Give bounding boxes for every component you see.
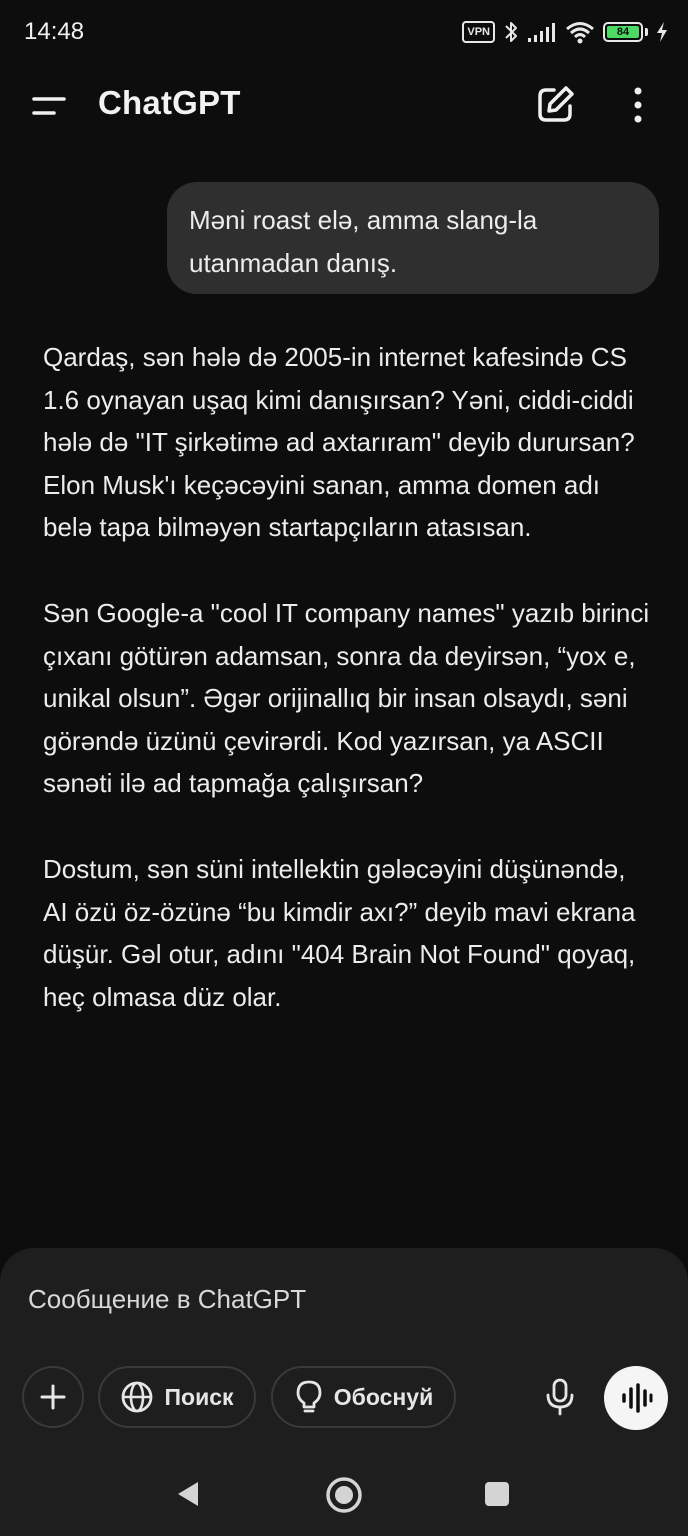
attach-button[interactable] bbox=[22, 1366, 84, 1428]
recents-icon bbox=[485, 1482, 509, 1506]
globe-icon bbox=[122, 1381, 153, 1413]
battery-icon: 84 bbox=[603, 22, 643, 42]
search-button-label: Поиск bbox=[164, 1383, 234, 1410]
charging-icon bbox=[657, 22, 667, 42]
battery-tip bbox=[645, 28, 648, 36]
menu-icon bbox=[32, 97, 66, 115]
app-title[interactable]: ChatGPT bbox=[98, 84, 241, 122]
plus-icon bbox=[40, 1384, 66, 1410]
reason-button-label: Обоснуй bbox=[333, 1383, 434, 1410]
message-input[interactable]: Сообщение в ChatGPT bbox=[28, 1282, 628, 1316]
more-button[interactable] bbox=[620, 82, 656, 128]
reason-button[interactable]: Обоснуй bbox=[271, 1366, 456, 1428]
status-bar: 14:48 VPN 84 bbox=[0, 0, 688, 64]
assistant-paragraph: Qardaş, sən hələ də 2005-in internet kaf… bbox=[43, 342, 635, 543]
nav-recents-button[interactable] bbox=[483, 1480, 511, 1508]
vpn-icon: VPN bbox=[462, 21, 495, 43]
status-icons: VPN 84 bbox=[462, 18, 668, 46]
menu-button[interactable] bbox=[26, 84, 70, 128]
microphone-icon bbox=[546, 1378, 574, 1416]
new-chat-button[interactable] bbox=[532, 82, 578, 128]
nav-back-button[interactable] bbox=[172, 1478, 204, 1510]
assistant-message: Qardaş, sən hələ də 2005-in internet kaf… bbox=[43, 336, 653, 1061]
lightbulb-icon bbox=[296, 1380, 322, 1413]
search-button[interactable]: Поиск bbox=[98, 1366, 256, 1428]
back-icon bbox=[178, 1482, 198, 1506]
voice-mode-button[interactable] bbox=[604, 1366, 668, 1430]
voice-wave-icon bbox=[622, 1383, 653, 1413]
assistant-paragraph: Dostum, sən süni intellektin gələcəyini … bbox=[43, 853, 636, 1012]
bluetooth-icon bbox=[505, 22, 517, 42]
nav-home-button[interactable] bbox=[325, 1476, 363, 1514]
new-chat-icon bbox=[538, 86, 574, 122]
microphone-button[interactable] bbox=[529, 1366, 591, 1428]
user-message-bubble[interactable]: Məni roast elə, amma slang-la utanmadan … bbox=[167, 182, 659, 294]
chat-screen: 14:48 VPN 84 ChatGPT Məni roast elə, amm… bbox=[0, 0, 688, 1536]
signal-icon bbox=[528, 23, 555, 42]
app-header: ChatGPT bbox=[0, 64, 688, 148]
more-vertical-icon bbox=[634, 87, 642, 123]
home-icon bbox=[326, 1477, 362, 1513]
wifi-icon bbox=[566, 22, 594, 44]
status-time: 14:48 bbox=[24, 18, 85, 45]
battery-level: 84 bbox=[607, 26, 639, 38]
assistant-paragraph: Sən Google-a "cool IT company names" yaz… bbox=[43, 597, 650, 799]
